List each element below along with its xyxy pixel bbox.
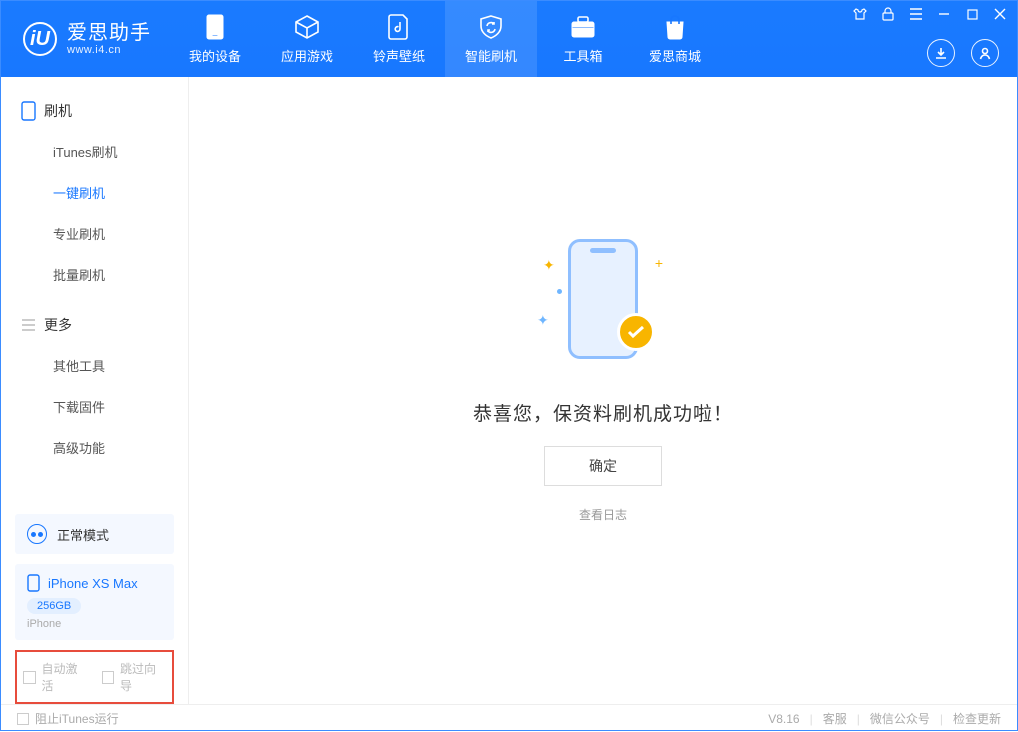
brand-logo: iU 爱思助手 www.i4.cn: [1, 1, 169, 77]
sidebar-item-other-tools[interactable]: 其他工具: [1, 345, 188, 386]
sidebar-group-more[interactable]: 更多: [1, 305, 188, 345]
sparkle-icon: ✦: [537, 312, 549, 329]
group-title: 更多: [44, 315, 72, 335]
shirt-icon[interactable]: [853, 7, 867, 21]
sparkle-icon: ✦: [543, 257, 555, 274]
success-illustration: ✦ ✦ +: [523, 219, 683, 379]
user-button[interactable]: [971, 39, 999, 67]
sidebar-item-oneclick-flash[interactable]: 一键刷机: [1, 172, 188, 213]
support-link[interactable]: 客服: [823, 710, 847, 727]
sidebar-item-itunes-flash[interactable]: iTunes刷机: [1, 131, 188, 172]
checkbox-icon: [102, 671, 115, 684]
device-storage-badge: 256GB: [27, 598, 81, 614]
window-controls: [853, 7, 1007, 21]
nav-label: 爱思商城: [649, 46, 701, 65]
cube-icon: [294, 14, 320, 40]
success-message: 恭喜您，保资料刷机成功啦！: [473, 399, 733, 426]
flash-options-row: 自动激活 跳过向导: [15, 650, 174, 704]
music-file-icon: [386, 14, 412, 40]
nav-label: 智能刷机: [465, 46, 517, 65]
checkbox-skip-guide[interactable]: 跳过向导: [102, 660, 167, 694]
nav-my-device[interactable]: 我的设备: [169, 1, 261, 77]
nav-label: 工具箱: [563, 46, 602, 65]
brand-name: 爱思助手: [67, 22, 151, 44]
main-area: 刷机 iTunes刷机 一键刷机 专业刷机 批量刷机 更多 其他工具 下载固件 …: [1, 77, 1017, 704]
lock-icon[interactable]: [881, 7, 895, 21]
nav-store[interactable]: 爱思商城: [629, 1, 721, 77]
nav-label: 铃声壁纸: [373, 46, 425, 65]
device-mode-card[interactable]: 正常模式: [15, 514, 174, 554]
device-name: iPhone XS Max: [48, 576, 138, 591]
ok-button[interactable]: 确定: [544, 446, 662, 486]
top-nav: 我的设备 应用游戏 铃声壁纸 智能刷机 工具箱: [169, 1, 721, 77]
mode-label: 正常模式: [57, 525, 109, 544]
nav-apps-games[interactable]: 应用游戏: [261, 1, 353, 77]
group-title: 刷机: [44, 101, 72, 121]
logo-icon: iU: [23, 22, 57, 56]
nav-label: 应用游戏: [281, 46, 333, 65]
phone-outline-icon: [21, 101, 36, 121]
close-button[interactable]: [993, 7, 1007, 21]
status-bar: 阻止iTunes运行 V8.16 | 客服 | 微信公众号 | 检查更新: [1, 704, 1017, 732]
checkbox-label: 阻止iTunes运行: [35, 710, 119, 727]
phone-small-icon: [27, 574, 40, 592]
checkbox-icon: [23, 671, 36, 684]
separator: |: [940, 712, 943, 726]
checkbox-label: 跳过向导: [120, 660, 166, 694]
check-update-link[interactable]: 检查更新: [953, 710, 1001, 727]
sparkle-icon: +: [655, 255, 663, 271]
maximize-button[interactable]: [965, 7, 979, 21]
success-check-icon: [617, 313, 655, 351]
lines-icon: [21, 319, 36, 331]
wechat-link[interactable]: 微信公众号: [870, 710, 930, 727]
mode-icon: [27, 524, 47, 544]
sidebar-item-batch-flash[interactable]: 批量刷机: [1, 254, 188, 295]
briefcase-icon: [570, 14, 596, 40]
app-header: iU 爱思助手 www.i4.cn 我的设备 应用游戏 铃声壁纸: [1, 1, 1017, 77]
header-action-icons: [927, 39, 999, 67]
checkbox-icon: [17, 713, 29, 725]
minimize-button[interactable]: [937, 7, 951, 21]
download-button[interactable]: [927, 39, 955, 67]
nav-toolbox[interactable]: 工具箱: [537, 1, 629, 77]
refresh-shield-icon: [478, 14, 504, 40]
menu-icon[interactable]: [909, 7, 923, 21]
checkbox-label: 自动激活: [42, 660, 88, 694]
nav-ringtones[interactable]: 铃声壁纸: [353, 1, 445, 77]
sidebar-item-download-firmware[interactable]: 下载固件: [1, 386, 188, 427]
bag-icon: [662, 14, 688, 40]
sidebar-item-advanced[interactable]: 高级功能: [1, 427, 188, 468]
brand-url: www.i4.cn: [67, 44, 151, 56]
device-card[interactable]: iPhone XS Max 256GB iPhone: [15, 564, 174, 640]
checkbox-block-itunes[interactable]: 阻止iTunes运行: [17, 710, 119, 727]
content-panel: ✦ ✦ + 恭喜您，保资料刷机成功啦！ 确定 查看日志: [189, 77, 1017, 704]
dot-icon: [557, 289, 562, 294]
device-type: iPhone: [27, 618, 162, 630]
checkbox-auto-activate[interactable]: 自动激活: [23, 660, 88, 694]
nav-label: 我的设备: [189, 46, 241, 65]
version-label: V8.16: [768, 712, 799, 726]
view-log-link[interactable]: 查看日志: [579, 506, 627, 523]
sidebar: 刷机 iTunes刷机 一键刷机 专业刷机 批量刷机 更多 其他工具 下载固件 …: [1, 77, 189, 704]
sidebar-group-flash[interactable]: 刷机: [1, 91, 188, 131]
separator: |: [810, 712, 813, 726]
separator: |: [857, 712, 860, 726]
phone-icon: [202, 14, 228, 40]
nav-smart-flash[interactable]: 智能刷机: [445, 1, 537, 77]
sidebar-item-pro-flash[interactable]: 专业刷机: [1, 213, 188, 254]
